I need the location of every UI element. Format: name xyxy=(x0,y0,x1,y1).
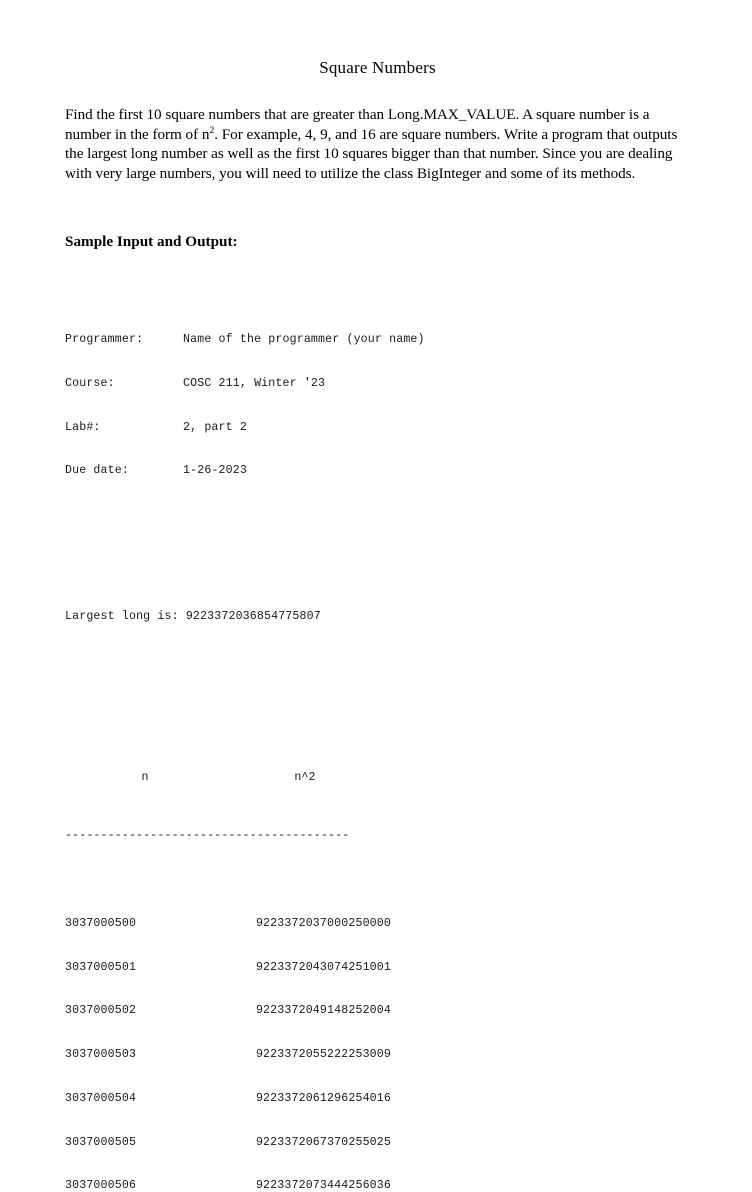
page-title: Square Numbers xyxy=(319,58,436,78)
cell-n-squared: 9223372067370255025 xyxy=(255,1135,391,1149)
cell-n-squared: 9223372055222253009 xyxy=(255,1048,391,1062)
table-row: 3037000504 9223372061296254016 xyxy=(65,1092,425,1107)
table-row: 3037000500 9223372037000250000 xyxy=(65,917,425,932)
cell-n: 3037000504 xyxy=(65,1091,137,1105)
section-heading-sample-io: Sample Input and Output: xyxy=(65,232,238,250)
cell-n-squared: 9223372061296254016 xyxy=(255,1091,391,1105)
meta-value-course: COSC 211, Winter '23 xyxy=(183,376,326,390)
meta-row: Lab#: 2, part 2 xyxy=(65,421,425,436)
cell-n: 3037000505 xyxy=(65,1135,137,1149)
column-header-n-squared: n^2 xyxy=(294,770,316,784)
meta-value-programmer: Name of the programmer (your name) xyxy=(183,332,425,346)
spacer-line xyxy=(65,669,425,684)
cell-n: 3037000502 xyxy=(65,1004,137,1018)
cell-n-squared: 9223372049148252004 xyxy=(255,1004,391,1018)
meta-label-course: Course: xyxy=(65,376,115,390)
cell-n: 3037000506 xyxy=(65,1179,137,1192)
meta-row: Due date: 1-26-2023 xyxy=(65,464,425,479)
table-row: 3037000503 9223372055222253009 xyxy=(65,1048,425,1063)
cell-n-squared: 9223372043074251001 xyxy=(255,960,391,974)
column-header-n: n xyxy=(141,770,149,784)
table-row: 3037000505 9223372067370255025 xyxy=(65,1136,425,1151)
assignment-description: Find the first 10 square numbers that ar… xyxy=(65,105,692,183)
sample-output-block: Programmer: Name of the programmer (your … xyxy=(65,260,425,1192)
table-row: 3037000506 9223372073444256036 xyxy=(65,1179,425,1192)
document-page: Square Numbers Find the first 10 square … xyxy=(0,0,752,1192)
largest-long-value: Largest long is: 9223372036854775807 xyxy=(65,610,321,624)
table-column-headers: n n^2 xyxy=(65,771,425,786)
submission-header-table: Programmer: Name of the programmer (your … xyxy=(65,304,425,508)
cell-n-squared: 9223372037000250000 xyxy=(255,916,391,930)
meta-label-due-date: Due date: xyxy=(65,464,129,478)
meta-value-due-date: 1-26-2023 xyxy=(183,464,247,478)
meta-value-lab-number: 2, part 2 xyxy=(183,420,247,434)
cell-n: 3037000503 xyxy=(65,1048,137,1062)
table-separator: ---------------------------------------- xyxy=(65,829,350,843)
meta-label-programmer: Programmer: xyxy=(65,332,144,346)
table-row: 3037000501 9223372043074251001 xyxy=(65,961,425,976)
meta-row: Course: COSC 211, Winter '23 xyxy=(65,377,425,392)
table-row: 3037000502 9223372049148252004 xyxy=(65,1004,425,1019)
square-numbers-table: 3037000500 9223372037000250000 3037000501… xyxy=(65,888,425,1192)
meta-label-lab-number: Lab#: xyxy=(65,420,101,434)
spacer-line xyxy=(65,712,425,727)
cell-n-squared: 9223372073444256036 xyxy=(255,1179,391,1192)
cell-n: 3037000500 xyxy=(65,916,137,930)
cell-n: 3037000501 xyxy=(65,960,137,974)
spacer-line xyxy=(65,552,425,567)
meta-row: Programmer: Name of the programmer (your … xyxy=(65,333,425,348)
